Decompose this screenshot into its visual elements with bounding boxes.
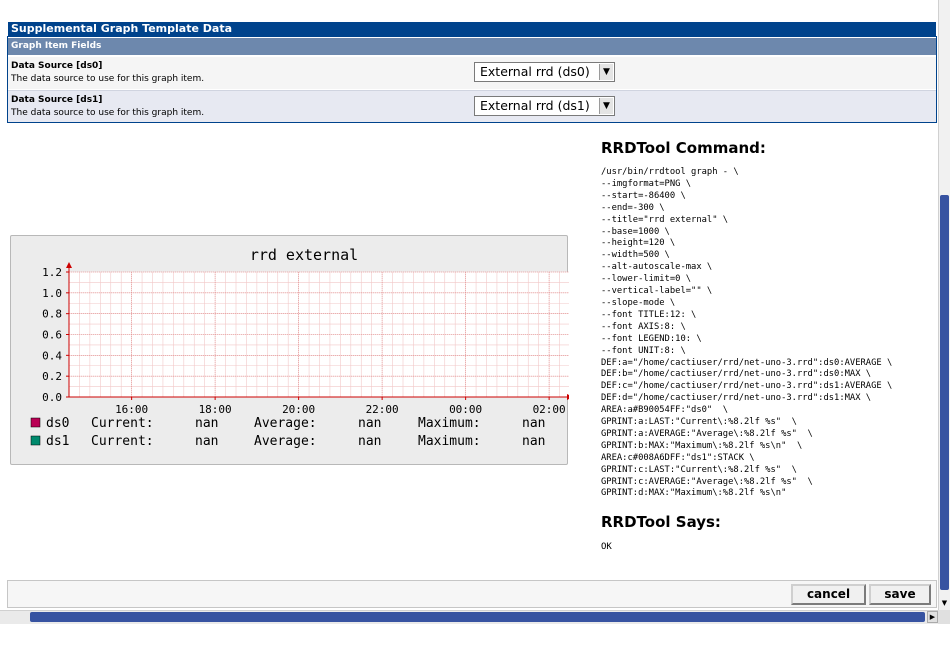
y-tick-label: 0.4 [42,349,62,362]
graph-chart: 0.0 0.2 0.4 0.6 0.8 1.0 1.2 16:00 18:00 20:00 22:0… [30,246,569,449]
legend-average-label: Average: [254,434,317,449]
y-tick-label: 0.2 [42,370,62,383]
legend-maximum-value: nan [522,416,545,431]
x-axis-arrow-icon [567,394,569,400]
legend-maximum-label: Maximum: [418,416,481,431]
scroll-down-arrow-icon[interactable]: ▼ [940,598,949,608]
data-source-select-ds0[interactable]: External rrd (ds0) ▼ [474,62,615,82]
x-tick-label: 16:00 [115,403,148,416]
legend-maximum-label: Maximum: [418,434,481,449]
legend-average-value: nan [358,434,381,449]
field-label: Data Source [ds1] [11,95,103,105]
y-tick-label: 0.0 [42,391,62,404]
x-tick-label: 18:00 [199,403,232,416]
field-description: The data source to use for this graph it… [11,108,205,118]
y-tick-label: 0.8 [42,308,62,321]
legend-swatch-ds0 [30,417,41,428]
legend-current-value: nan [195,416,218,431]
data-source-select-ds1[interactable]: External rrd (ds1) ▼ [474,96,615,116]
cancel-button[interactable]: cancel [791,584,866,605]
select-value: External rrd (ds1) [480,98,590,113]
legend-swatch-ds1 [30,435,41,446]
rrdtool-says-title: RRDTool Says: [601,513,721,531]
scrollbar-corner [938,610,950,624]
legend-maximum-value: nan [522,434,545,449]
field-description: The data source to use for this graph it… [11,74,205,84]
chevron-down-icon[interactable]: ▼ [599,64,613,80]
x-tick-label: 22:00 [366,403,399,416]
y-axis-arrow-icon [66,262,72,268]
x-tick-label: 02:00 [533,403,566,416]
rrdtool-command-text: /usr/bin/rrdtool graph - \ --imgformat=P… [601,167,893,499]
legend-current-value: nan [195,434,218,449]
rrdtool-command-title: RRDTool Command: [601,139,766,157]
panel-subtitle: Graph Item Fields [8,38,936,55]
save-button[interactable]: save [869,584,931,605]
legend-average-value: nan [358,416,381,431]
y-tick-label: 1.2 [42,266,62,279]
field-label: Data Source [ds0] [11,61,103,71]
rrdtool-says-text: OK [601,542,612,552]
x-tick-label: 00:00 [449,403,482,416]
panel-title: Supplemental Graph Template Data [8,22,936,36]
horizontal-scroll-thumb[interactable] [30,612,925,622]
vertical-scroll-thumb[interactable] [940,195,949,590]
legend-average-label: Average: [254,416,317,431]
scroll-right-arrow-icon[interactable]: ▶ [927,611,938,623]
field-row-ds0: Data Source [ds0] The data source to use… [8,57,936,89]
field-row-ds1: Data Source [ds1] The data source to use… [8,90,936,122]
x-tick-label: 20:00 [282,403,315,416]
chevron-down-icon[interactable]: ▼ [599,98,613,114]
y-tick-label: 1.0 [42,287,62,300]
legend-current-label: Current: [91,434,154,449]
y-tick-label: 0.6 [42,329,62,342]
page: Supplemental Graph Template Data Graph I… [0,0,938,610]
legend-series-name: ds0 [46,416,69,431]
legend-current-label: Current: [91,416,154,431]
legend-series-name: ds1 [46,434,69,449]
select-value: External rrd (ds0) [480,64,590,79]
chart-title: rrd external [250,246,358,264]
graph-preview: 0.0 0.2 0.4 0.6 0.8 1.0 1.2 16:00 18:00 20:00 22:0… [10,235,569,465]
